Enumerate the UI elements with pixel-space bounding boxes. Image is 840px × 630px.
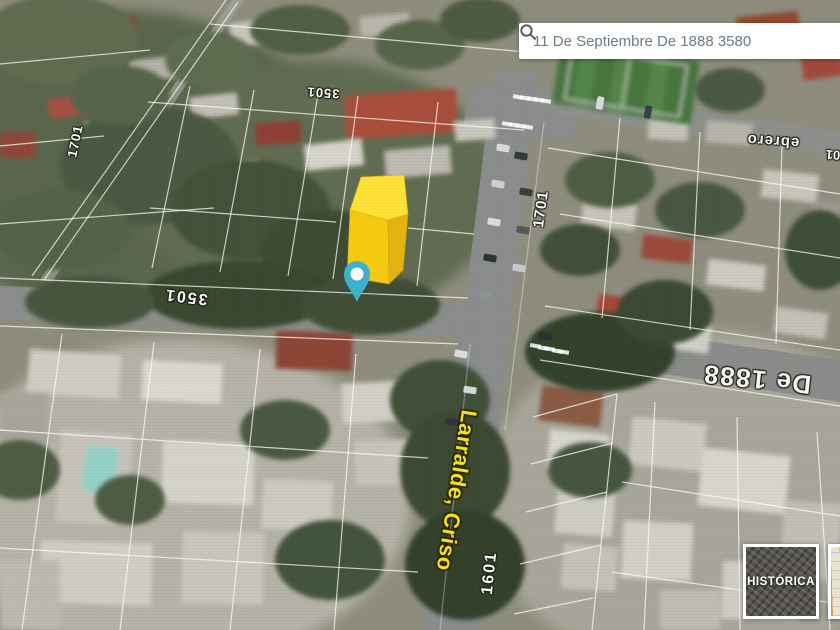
search-icon [519,23,537,41]
satellite-imagery [0,0,840,630]
next-layer-thumbnail[interactable] [828,544,840,619]
search-input[interactable] [531,32,840,51]
map-viewport[interactable]: Larralde, Criso De 1888 ebrero 3501 3501… [0,0,840,630]
historic-layer-label: HISTÓRICA [747,576,815,588]
search-bar [519,23,840,59]
historic-layer-button[interactable]: HISTÓRICA [743,544,819,619]
